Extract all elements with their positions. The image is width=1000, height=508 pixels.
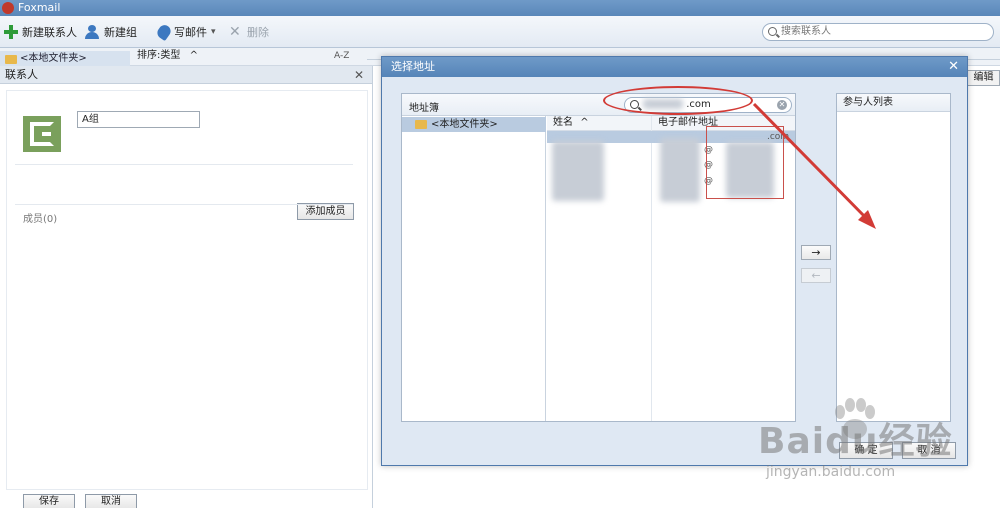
watermark-text: Baidu经验 <box>758 421 953 462</box>
baidu-watermark: Baidu经验 jingyan.baidu.com <box>748 398 1000 508</box>
watermark-url: jingyan.baidu.com <box>766 464 896 480</box>
